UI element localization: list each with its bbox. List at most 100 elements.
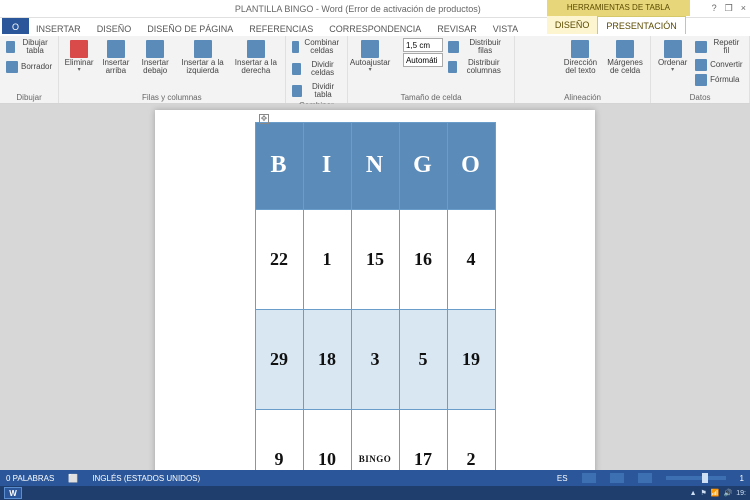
file-tab[interactable]: O xyxy=(2,18,29,34)
tray-time[interactable]: 19: xyxy=(736,490,746,497)
bingo-header-o[interactable]: O xyxy=(447,123,495,210)
language-label[interactable]: INGLÉS (ESTADOS UNIDOS) xyxy=(92,474,200,483)
row-height-input[interactable] xyxy=(403,38,443,52)
table-row: 29183519 xyxy=(255,309,495,409)
table-move-handle[interactable]: ✥ xyxy=(259,114,269,124)
tray-network-icon[interactable]: 📶 xyxy=(711,489,720,497)
pencil-icon xyxy=(6,41,15,53)
ribbon: Dibujar tabla Borrador Dibujar Eliminar … xyxy=(0,36,750,104)
bingo-header-b[interactable]: B xyxy=(255,123,303,210)
tab-diseno-pagina[interactable]: DISEÑO DE PÁGINA xyxy=(139,22,241,36)
tray-volume-icon[interactable]: 🔊 xyxy=(724,489,733,497)
bingo-cell[interactable]: 22 xyxy=(255,209,303,309)
tab-correspondencia[interactable]: CORRESPONDENCIA xyxy=(321,22,429,36)
split-icon xyxy=(292,63,301,75)
web-layout-button[interactable] xyxy=(638,473,652,483)
restore-icon[interactable]: ❐ xyxy=(725,3,733,14)
repeat-header-button[interactable]: Repetir fil xyxy=(693,38,745,57)
tray-flag-icon[interactable]: ⚑ xyxy=(701,489,707,497)
align-mr-icon[interactable] xyxy=(545,51,557,63)
cell-margins-button[interactable]: Márgenes de celda xyxy=(604,38,646,78)
align-bc-icon[interactable] xyxy=(532,64,544,76)
bingo-header-g[interactable]: G xyxy=(399,123,447,210)
formula-icon xyxy=(695,74,707,86)
group-tamano-celda: Autoajustar Distribuir filas Distribuir … xyxy=(348,36,515,103)
align-mc-icon[interactable] xyxy=(532,51,544,63)
formula-button[interactable]: Fórmula xyxy=(693,73,745,87)
col-width-input[interactable] xyxy=(403,53,443,67)
table-tools-header: HERRAMIENTAS DE TABLA xyxy=(547,0,690,16)
tab-table-design[interactable]: DISEÑO xyxy=(547,16,598,34)
insert-right-icon xyxy=(247,40,265,58)
draw-table-button[interactable]: Dibujar tabla xyxy=(4,38,54,57)
bingo-cell[interactable]: 1 xyxy=(303,209,351,309)
word-count[interactable]: 0 PALABRAS xyxy=(6,474,54,483)
insert-below-button[interactable]: Insertar debajo xyxy=(136,38,173,78)
bingo-cell[interactable]: 15 xyxy=(351,209,399,309)
text-direction-button[interactable]: Dirección del texto xyxy=(560,38,601,78)
row-height-spinner[interactable] xyxy=(391,38,443,52)
help-icon[interactable]: ? xyxy=(712,3,717,14)
tab-revisar[interactable]: REVISAR xyxy=(429,22,485,36)
system-tray: ▲ ⚑ 📶 🔊 19: xyxy=(690,489,746,497)
bingo-cell[interactable]: 29 xyxy=(255,309,303,409)
split-table-icon xyxy=(292,85,302,97)
tray-chevron-icon[interactable]: ▲ xyxy=(690,490,697,497)
group-combinar: Combinar celdas Dividir celdas Dividir t… xyxy=(286,36,349,103)
sort-icon xyxy=(664,40,682,58)
read-mode-button[interactable] xyxy=(582,473,596,483)
delete-button[interactable]: Eliminar xyxy=(63,38,95,76)
sort-button[interactable]: Ordenar xyxy=(655,38,690,76)
distribute-rows-button[interactable]: Distribuir filas xyxy=(446,38,510,57)
tab-table-presentation[interactable]: PRESENTACIÓN xyxy=(597,16,685,34)
bingo-cell[interactable]: 5 xyxy=(399,309,447,409)
align-tc-icon[interactable] xyxy=(532,38,544,50)
bingo-cell[interactable]: 3 xyxy=(351,309,399,409)
split-cells-button[interactable]: Dividir celdas xyxy=(290,60,344,79)
dist-rows-icon xyxy=(448,41,459,53)
merge-cells-button[interactable]: Combinar celdas xyxy=(290,38,344,57)
bingo-header-n[interactable]: N xyxy=(351,123,399,210)
tab-vista[interactable]: VISTA xyxy=(485,22,526,36)
split-table-button[interactable]: Dividir tabla xyxy=(290,82,344,101)
document-area[interactable]: ✥ B I N G O 22115164 29183519 910BINGO17… xyxy=(0,104,750,484)
tab-insertar[interactable]: INSERTAR xyxy=(28,22,89,36)
tab-diseno[interactable]: DISEÑO xyxy=(89,22,140,36)
eraser-button[interactable]: Borrador xyxy=(4,60,54,74)
bingo-cell[interactable]: 18 xyxy=(303,309,351,409)
bingo-cell[interactable]: 19 xyxy=(447,309,495,409)
align-bl-icon[interactable] xyxy=(519,64,531,76)
align-ml-icon[interactable] xyxy=(519,51,531,63)
close-icon[interactable]: × xyxy=(741,3,746,14)
align-tr-icon[interactable] xyxy=(545,38,557,50)
taskbar-word-app[interactable]: W xyxy=(4,487,22,499)
col-width-spinner[interactable] xyxy=(391,53,443,67)
tab-referencias[interactable]: REFERENCIAS xyxy=(241,22,321,36)
group-datos: Ordenar Repetir fil Convertir Fórmula Da… xyxy=(651,36,750,103)
context-tab-container: HERRAMIENTAS DE TABLA DISEÑO PRESENTACIÓ… xyxy=(547,0,690,36)
text-direction-icon xyxy=(571,40,589,58)
distribute-cols-button[interactable]: Distribuir columnas xyxy=(446,58,510,77)
ime-label[interactable]: ES xyxy=(557,474,568,483)
bingo-cell[interactable]: 4 xyxy=(447,209,495,309)
align-br-icon[interactable] xyxy=(545,64,557,76)
insert-right-button[interactable]: Insertar a la derecha xyxy=(231,38,280,78)
print-layout-button[interactable] xyxy=(610,473,624,483)
insert-left-icon xyxy=(194,40,212,58)
bingo-header-i[interactable]: I xyxy=(303,123,351,210)
insert-left-button[interactable]: Insertar a la izquierda xyxy=(177,38,228,78)
convert-button[interactable]: Convertir xyxy=(693,58,745,72)
autofit-button[interactable]: Autoajustar xyxy=(352,38,388,76)
repeat-icon xyxy=(695,41,707,53)
zoom-value[interactable]: 1 xyxy=(740,474,744,483)
proofing-icon[interactable]: ⬜ xyxy=(68,474,78,483)
width-icon xyxy=(391,55,401,65)
align-tl-icon[interactable] xyxy=(519,38,531,50)
page[interactable]: ✥ B I N G O 22115164 29183519 910BINGO17… xyxy=(155,110,595,484)
zoom-slider[interactable] xyxy=(666,476,726,480)
group-filas-columnas: Eliminar Insertar arriba Insertar debajo… xyxy=(59,36,285,103)
alignment-grid[interactable] xyxy=(519,38,557,76)
bingo-table[interactable]: B I N G O 22115164 29183519 910BINGO172 … xyxy=(255,122,496,484)
insert-above-button[interactable]: Insertar arriba xyxy=(98,38,133,78)
bingo-cell[interactable]: 16 xyxy=(399,209,447,309)
